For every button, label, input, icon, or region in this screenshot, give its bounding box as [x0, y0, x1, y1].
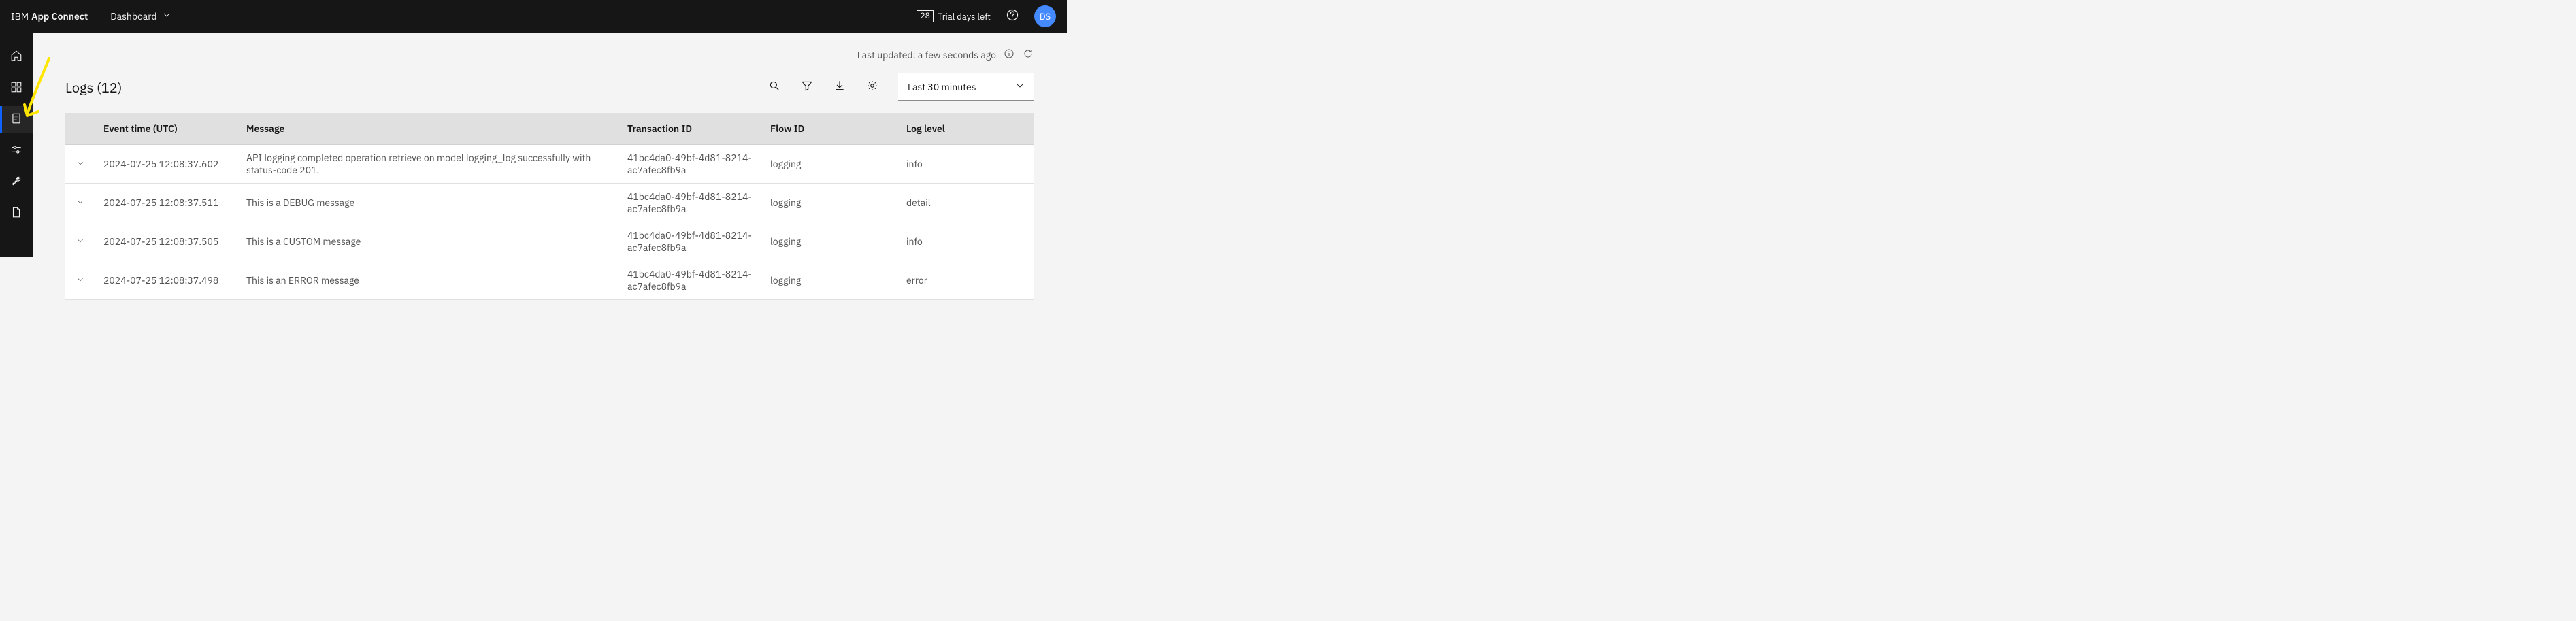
download-button[interactable] — [833, 80, 846, 94]
sidebar-item-catalog[interactable] — [0, 75, 33, 102]
last-updated-label: Last updated: a few seconds ago — [857, 49, 996, 61]
download-icon — [833, 80, 846, 95]
home-icon — [10, 50, 22, 65]
cell-flow-id: logging — [762, 261, 898, 300]
cell-event-time: 2024-07-25 12:08:37.511 — [95, 184, 238, 222]
info-button[interactable] — [1003, 49, 1015, 61]
cell-event-time: 2024-07-25 12:08:37.602 — [95, 145, 238, 184]
cell-log-level: detail — [898, 184, 1034, 222]
table-row: 2024-07-25 12:08:37.602API logging compl… — [65, 145, 1034, 184]
cell-flow-id: logging — [762, 184, 898, 222]
col-event-time: Event time (UTC) — [95, 113, 238, 145]
side-nav — [0, 33, 33, 257]
brand-product: App Connect — [31, 0, 88, 33]
table-row: 2024-07-25 12:08:37.505This is a CUSTOM … — [65, 222, 1034, 261]
title-row: Logs (12) — [65, 73, 1034, 101]
trial-days-count: 28 — [917, 10, 933, 22]
sidebar-item-config[interactable] — [0, 137, 33, 165]
chevron-down-icon — [76, 274, 84, 286]
refresh-icon — [1023, 48, 1034, 62]
sidebar-item-logs[interactable] — [0, 106, 33, 133]
expand-row-button[interactable] — [76, 274, 84, 286]
time-range-select[interactable]: Last 30 minutes — [898, 73, 1034, 101]
avatar-initials: DS — [1040, 11, 1051, 22]
logs-icon — [10, 112, 22, 127]
refresh-button[interactable] — [1022, 49, 1034, 61]
brand-prefix: IBM — [11, 0, 29, 33]
header-right: 28 Trial days left DS — [917, 5, 1056, 27]
cell-message: This is a DEBUG message — [238, 184, 619, 222]
catalog-icon — [10, 81, 22, 96]
trial-days-label: Trial days left — [938, 11, 991, 22]
document-icon — [10, 206, 22, 221]
trial-badge: 28 Trial days left — [917, 10, 991, 22]
cell-log-level: error — [898, 261, 1034, 300]
cell-flow-id: logging — [762, 145, 898, 184]
col-expand — [65, 113, 95, 145]
sidebar-item-tools[interactable] — [0, 169, 33, 196]
info-icon — [1004, 48, 1014, 62]
chevron-down-icon — [76, 197, 84, 209]
toolbar: Last 30 minutes — [767, 73, 1034, 101]
header-nav: Dashboard — [99, 0, 171, 33]
cell-transaction-id: 41bc4da0-49bf-4d81-8214-ac7afec8fb9a — [619, 261, 762, 300]
table-row: 2024-07-25 12:08:37.511This is a DEBUG m… — [65, 184, 1034, 222]
chevron-down-icon — [1015, 81, 1025, 93]
expand-row-button[interactable] — [76, 235, 84, 248]
col-flow-id: Flow ID — [762, 113, 898, 145]
help-button[interactable] — [1002, 5, 1023, 27]
chevron-down-icon — [76, 235, 84, 248]
search-button[interactable] — [767, 80, 781, 94]
filter-button[interactable] — [800, 80, 814, 94]
brand: IBM App Connect — [11, 0, 99, 33]
avatar[interactable]: DS — [1034, 5, 1056, 27]
nav-dashboard-label: Dashboard — [110, 10, 156, 22]
main-content: Last updated: a few seconds ago Logs (12… — [33, 33, 1067, 257]
nav-dashboard[interactable]: Dashboard — [110, 10, 171, 22]
page-title: Logs (12) — [65, 78, 122, 97]
cell-log-level: info — [898, 145, 1034, 184]
cell-message: This is a CUSTOM message — [238, 222, 619, 261]
help-icon — [1006, 8, 1019, 24]
chevron-down-icon — [162, 10, 171, 22]
col-log-level: Log level — [898, 113, 1034, 145]
settings-slider-icon — [10, 144, 22, 158]
tools-icon — [10, 175, 22, 190]
cell-event-time: 2024-07-25 12:08:37.498 — [95, 261, 238, 300]
last-updated-bar: Last updated: a few seconds ago — [65, 49, 1034, 61]
table-header-row: Event time (UTC) Message Transaction ID … — [65, 113, 1034, 145]
search-icon — [768, 80, 780, 95]
cell-message: API logging completed operation retrieve… — [238, 145, 619, 184]
cell-transaction-id: 41bc4da0-49bf-4d81-8214-ac7afec8fb9a — [619, 145, 762, 184]
cell-message: This is an ERROR message — [238, 261, 619, 300]
sidebar-item-home[interactable] — [0, 44, 33, 71]
filter-icon — [801, 80, 813, 95]
cell-flow-id: logging — [762, 222, 898, 261]
settings-button[interactable] — [865, 80, 879, 94]
col-message: Message — [238, 113, 619, 145]
chevron-down-icon — [76, 158, 84, 170]
cell-log-level: info — [898, 222, 1034, 261]
sidebar-item-docs[interactable] — [0, 200, 33, 227]
gear-icon — [866, 80, 878, 95]
cell-transaction-id: 41bc4da0-49bf-4d81-8214-ac7afec8fb9a — [619, 184, 762, 222]
cell-transaction-id: 41bc4da0-49bf-4d81-8214-ac7afec8fb9a — [619, 222, 762, 261]
cell-event-time: 2024-07-25 12:08:37.505 — [95, 222, 238, 261]
col-transaction-id: Transaction ID — [619, 113, 762, 145]
global-header: IBM App Connect Dashboard 28 Trial days … — [0, 0, 1067, 33]
table-row: 2024-07-25 12:08:37.498This is an ERROR … — [65, 261, 1034, 300]
time-range-value: Last 30 minutes — [908, 81, 976, 93]
expand-row-button[interactable] — [76, 158, 84, 170]
logs-table: Event time (UTC) Message Transaction ID … — [65, 113, 1034, 300]
expand-row-button[interactable] — [76, 197, 84, 209]
